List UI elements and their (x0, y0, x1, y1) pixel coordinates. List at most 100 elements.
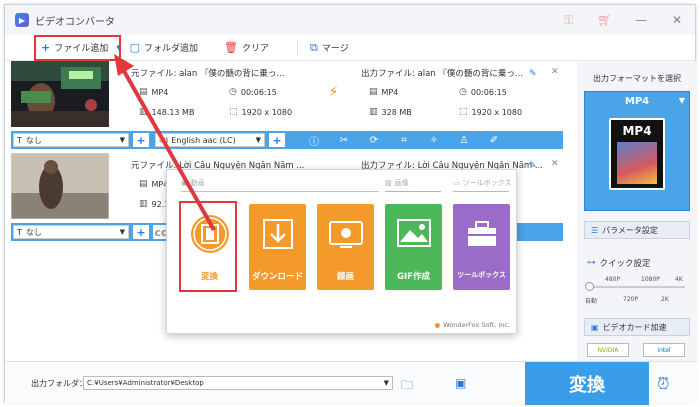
key-icon[interactable]: ⚿ (551, 5, 587, 35)
subtitle-select[interactable]: T なし ▼ (13, 225, 129, 239)
edit-name-icon[interactable]: ✎ (529, 69, 537, 79)
video-thumbnail[interactable] (11, 61, 109, 127)
filesize-icon: ▥ (369, 107, 378, 117)
edit-toolbar: T なし ▼ + ◁) English aac (LC) ▼ + ⓘ ✂ ⟳ ⌗ ✧ ♙… (11, 131, 563, 149)
source-size: ▥ 92.1 (139, 199, 170, 209)
app-title: ビデオコンバータ (35, 16, 115, 28)
info-icon[interactable]: ⓘ (299, 133, 329, 148)
output-format-panel: 出力フォーマットを選択 MP4 ▼ MP4 ☰ パラメータ設定 ⊶ クイック設定… (577, 61, 697, 361)
image-section-label: ▨ 画像 (385, 179, 409, 187)
minimize-button[interactable]: — (623, 5, 659, 35)
video-section-label: ▣ 動画 (181, 179, 205, 187)
gpu-acceleration-button[interactable]: ▣ ビデオカード加速 (584, 318, 690, 336)
source-format: ▤ MP4 (139, 87, 169, 97)
toolbox-section-label: ▭ ツールボックス (453, 179, 512, 187)
clear-button[interactable]: 🗑︎ クリア (216, 37, 277, 59)
clock-icon: ◷ (229, 87, 237, 97)
toolbox-icon (453, 214, 510, 254)
trash-icon: 🗑︎ (224, 41, 239, 54)
remove-file-icon[interactable]: ✕ (551, 159, 559, 169)
subtitle-edit-icon[interactable]: ✐ (479, 135, 509, 146)
image-section-icon: ▨ (385, 179, 392, 187)
image-icon (385, 214, 442, 254)
add-audio-button[interactable]: + (269, 133, 285, 147)
output-file-name: 出力ファイル: alan 『僕の髄の背に乗っ... (361, 69, 524, 79)
gpu-icon: ▣ (591, 322, 599, 332)
alarm-clock-icon[interactable]: ⏰︎ (657, 374, 669, 394)
watermark-icon[interactable]: ♙ (449, 135, 479, 146)
toolbox-section-icon: ▭ (453, 179, 460, 187)
text-icon: T (17, 135, 22, 145)
quick-settings-icon: ⊶ (587, 258, 596, 268)
convert-bolt-icon: ⚡ (329, 85, 339, 100)
filesize-icon: ▥ (139, 199, 148, 209)
convert-button[interactable]: 変換 (525, 362, 649, 405)
toolbox-tile[interactable]: ツールボックス (453, 204, 510, 290)
text-icon: T (17, 227, 22, 237)
file-icon: ▤ (139, 87, 148, 97)
merge-label: マージ (321, 44, 349, 54)
add-subtitle-button[interactable]: + (133, 225, 149, 239)
download-tile[interactable]: ダウンロード (249, 204, 306, 290)
parameter-settings-button[interactable]: ☰ パラメータ設定 (584, 221, 690, 239)
bottom-bar: 出力フォルダ： C:¥Users¥Administrator¥Desktop ▼ … (5, 361, 697, 405)
sliders-icon: ☰ (591, 225, 599, 235)
output-folder-label: 出力フォルダ： (31, 379, 87, 388)
quality-slider-track[interactable] (589, 286, 685, 288)
output-size: ▥ 328 MB (369, 107, 412, 117)
folder-icon: ▢ (129, 41, 141, 54)
video-thumbnail[interactable] (10, 152, 110, 220)
wonderfox-logo-icon: ● (434, 321, 441, 329)
speaker-icon: ◁) (159, 135, 169, 145)
quality-slider-handle[interactable] (585, 282, 594, 291)
rotate-icon[interactable]: ⟳ (359, 135, 389, 146)
gif-tile[interactable]: GIF作成 (385, 204, 442, 290)
video-section-line (181, 191, 379, 192)
add-file-highlight (34, 35, 121, 61)
download-icon (249, 214, 306, 254)
toolbar-divider (297, 40, 299, 55)
format-selector[interactable]: MP4 ▼ MP4 (584, 91, 690, 211)
panel-title: 出力フォーマットを選択 (593, 74, 681, 83)
convert-tile-highlight (179, 201, 237, 292)
output-folder-path[interactable]: C:¥Users¥Administrator¥Desktop ▼ (83, 376, 393, 390)
close-button[interactable]: ✕ (659, 5, 695, 35)
cart-icon[interactable]: 🛒︎ (587, 5, 623, 35)
toolbox-section-line (453, 191, 509, 192)
cut-icon[interactable]: ✂ (329, 135, 359, 146)
source-size: ▥ 148.13 MB (139, 107, 195, 117)
audio-select[interactable]: ◁) English aac (LC) ▼ (155, 133, 265, 147)
add-subtitle-button[interactable]: + (133, 133, 149, 147)
merge-button[interactable]: ⧉ マージ (302, 37, 357, 59)
clock-icon: ◷ (459, 87, 467, 97)
quick-settings-label: ⊶ クイック設定 (587, 258, 651, 269)
filesize-icon: ▥ (139, 107, 148, 117)
edit-name-icon[interactable]: ✎ (529, 161, 537, 171)
remove-file-icon[interactable]: ✕ (551, 67, 559, 77)
intel-badge: intel (643, 343, 685, 357)
image-section-line (385, 191, 441, 192)
resolution-icon: ⬚ (229, 107, 238, 117)
add-folder-button[interactable]: ▢ フォルダ追加 (122, 37, 206, 59)
video-section-icon: ▣ (181, 179, 188, 187)
mp4-format-icon: MP4 (609, 118, 665, 190)
subtitle-select[interactable]: T なし ▼ (13, 133, 129, 147)
nvidia-badge: NVIDIA (587, 343, 629, 357)
output-format: ▤ MP4 (369, 87, 399, 97)
file-row[interactable]: 元ファイル: alan 『僕の髄の背に乗っ... ▤ MP4 ◷ 00:06:15 … (11, 61, 563, 127)
app-logo-icon: ▶ (15, 13, 29, 27)
format-name: MP4 (624, 96, 650, 107)
output-duration: ◷ 00:06:15 (459, 87, 507, 97)
source-resolution: ⬚ 1920 x 1080 (229, 107, 293, 117)
browse-folder-icon[interactable]: 🗀︎ (401, 376, 413, 397)
crop-icon[interactable]: ⌗ (389, 135, 419, 146)
screen-record-icon (317, 214, 374, 254)
source-format: ▤ MP4 (139, 179, 169, 189)
wonderfox-credit: ● WonderFox Soft, Inc. (434, 321, 510, 329)
effects-icon[interactable]: ✧ (419, 135, 449, 146)
record-tile[interactable]: 録画 (317, 204, 374, 290)
open-folder-icon[interactable]: ▣ (455, 376, 466, 390)
source-duration: ◷ 00:06:15 (229, 87, 277, 97)
title-bar: ▶ ビデオコンバータ ⚿ 🛒︎ — ✕ (5, 5, 695, 35)
output-resolution: ⬚ 1920 x 1080 (459, 107, 523, 117)
